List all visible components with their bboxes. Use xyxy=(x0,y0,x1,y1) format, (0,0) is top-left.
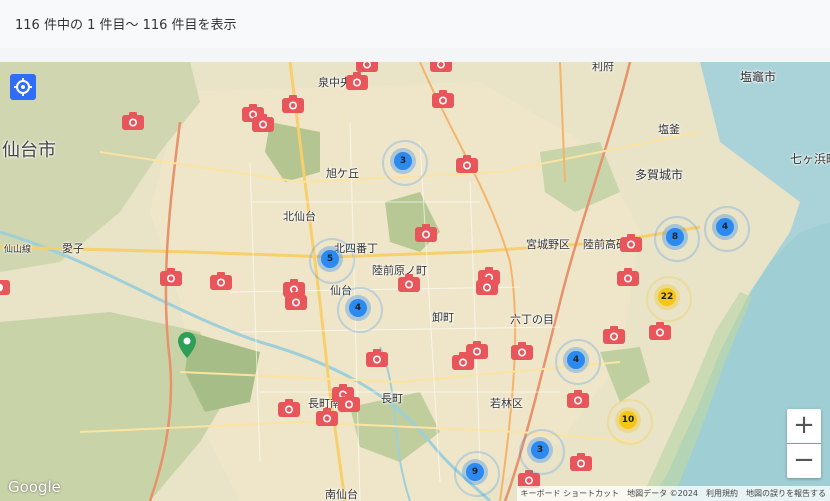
camera-marker-icon[interactable] xyxy=(282,95,304,113)
zoom-out-button[interactable]: − xyxy=(787,444,821,478)
zoom-in-button[interactable]: + xyxy=(787,409,821,443)
cluster-count: 5 xyxy=(326,254,334,264)
cluster-marker[interactable]: 4 xyxy=(704,206,750,252)
result-count-text: 116 件中の 1 件目〜 116 件目を表示 xyxy=(15,18,237,33)
place-nanagahama: 七ヶ浜町 xyxy=(790,152,830,166)
cluster-marker[interactable]: 5 xyxy=(309,238,355,284)
camera-marker-icon[interactable] xyxy=(432,90,454,108)
camera-marker-icon[interactable] xyxy=(338,394,360,412)
cluster-marker[interactable]: 10 xyxy=(607,399,653,445)
camera-marker-icon[interactable] xyxy=(316,408,338,426)
place-atago: 愛子 xyxy=(62,242,84,255)
place-kitasendai: 北仙台 xyxy=(283,210,316,223)
camera-marker-icon[interactable] xyxy=(476,277,498,295)
place-nagamachi: 長町 xyxy=(381,392,403,405)
camera-marker-icon[interactable] xyxy=(346,72,368,90)
camera-marker-icon[interactable] xyxy=(398,274,420,292)
cluster-marker[interactable]: 4 xyxy=(555,339,601,385)
camera-marker-icon[interactable] xyxy=(122,112,144,130)
place-minami-sendai: 南仙台 xyxy=(325,488,358,501)
place-senzan-line: 仙山線 xyxy=(4,245,32,255)
place-asahigaoka: 旭ケ丘 xyxy=(326,167,359,180)
place-rifu: 利府 xyxy=(592,62,614,73)
cluster-count: 4 xyxy=(572,355,580,365)
camera-marker-icon[interactable] xyxy=(252,114,274,132)
camera-marker-icon[interactable] xyxy=(570,453,592,471)
cluster-count: 10 xyxy=(621,415,635,425)
camera-marker-icon[interactable] xyxy=(511,342,533,360)
camera-marker-icon[interactable] xyxy=(356,62,378,72)
cluster-count: 4 xyxy=(354,303,362,313)
locate-me-button[interactable] xyxy=(10,74,36,100)
cluster-count: 4 xyxy=(721,222,729,232)
camera-marker-icon[interactable] xyxy=(452,352,474,370)
cluster-count: 3 xyxy=(536,445,544,455)
camera-marker-icon[interactable] xyxy=(567,390,589,408)
report-error-link[interactable]: 地図の誤りを報告する xyxy=(746,488,826,499)
cluster-marker[interactable]: 3 xyxy=(519,429,565,475)
camera-marker-icon[interactable] xyxy=(456,155,478,173)
place-wakabayashi-ku: 若林区 xyxy=(490,397,523,410)
camera-marker-icon[interactable] xyxy=(603,326,625,344)
cluster-count: 22 xyxy=(660,292,674,302)
map-view[interactable]: 仙台市 泉中央 利府 塩竈市 塩釜 七ヶ浜町 多賀城市 旭ケ丘 北仙台 愛子 仙… xyxy=(0,62,830,501)
park-pin-icon[interactable] xyxy=(178,332,196,358)
camera-marker-icon[interactable] xyxy=(617,268,639,286)
camera-marker-icon[interactable] xyxy=(649,322,671,340)
camera-marker-icon[interactable] xyxy=(278,399,300,417)
google-logo[interactable]: Google xyxy=(8,478,61,496)
cluster-count: 9 xyxy=(471,467,479,477)
place-sendai-city: 仙台市 xyxy=(2,140,56,161)
results-header: 116 件中の 1 件目〜 116 件目を表示 xyxy=(0,0,830,48)
cluster-marker[interactable]: 9 xyxy=(454,451,500,497)
place-miyaginono-ku: 宮城野区 xyxy=(526,238,570,251)
place-shiogama: 塩釜 xyxy=(658,123,680,136)
camera-marker-icon[interactable] xyxy=(430,62,452,72)
camera-marker-icon[interactable] xyxy=(366,349,388,367)
terms-link[interactable]: 利用規約 xyxy=(706,488,738,499)
place-tagajo-city: 多賀城市 xyxy=(635,168,684,182)
cluster-marker[interactable]: 3 xyxy=(382,140,428,186)
keyboard-shortcuts-link[interactable]: キーボード ショートカット xyxy=(521,488,620,499)
cluster-count: 3 xyxy=(399,156,407,166)
camera-marker-icon[interactable] xyxy=(210,272,232,290)
camera-marker-icon[interactable] xyxy=(620,234,642,252)
crosshair-icon xyxy=(14,78,32,96)
map-attribution: キーボード ショートカット 地図データ ©2024 利用規約 地図の誤りを報告す… xyxy=(516,486,830,501)
camera-marker-icon[interactable] xyxy=(0,277,10,295)
camera-marker-icon[interactable] xyxy=(285,292,307,310)
cluster-marker[interactable]: 22 xyxy=(646,276,692,322)
cluster-marker[interactable]: 8 xyxy=(654,216,700,262)
place-shiogama-city: 塩竈市 xyxy=(740,70,777,84)
map-data-text: 地図データ ©2024 xyxy=(627,489,698,498)
camera-marker-icon[interactable] xyxy=(160,268,182,286)
cluster-count: 8 xyxy=(671,232,679,242)
camera-marker-icon[interactable] xyxy=(415,224,437,242)
place-rokuchonome: 六丁の目 xyxy=(510,313,554,326)
cluster-marker[interactable]: 4 xyxy=(337,287,383,333)
place-oroshimachi: 卸町 xyxy=(432,311,454,324)
